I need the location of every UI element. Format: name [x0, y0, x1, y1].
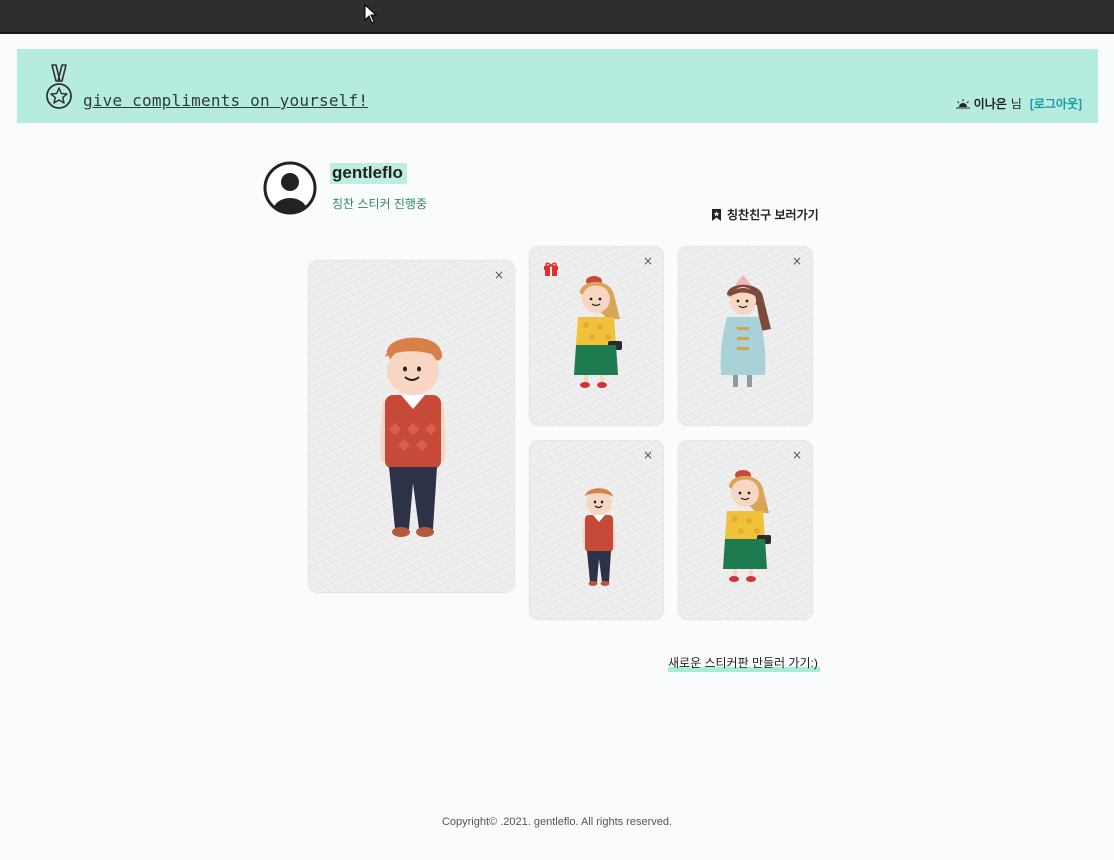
sticker-card[interactable]: × [529, 246, 664, 426]
logout-link[interactable]: [로그아웃] [1030, 95, 1082, 112]
medal-icon[interactable] [43, 63, 75, 115]
site-header: give compliments on yourself! 이나은 님 [로그아… [17, 49, 1098, 123]
bookmark-icon [712, 208, 721, 221]
close-icon[interactable]: × [643, 448, 653, 462]
friends-link-label: 칭찬친구 보러가기 [727, 208, 819, 222]
girl-character-icon [723, 470, 771, 582]
sticker-card[interactable]: × [678, 440, 813, 620]
close-icon[interactable]: × [643, 254, 653, 268]
gift-icon[interactable] [543, 261, 559, 277]
avatar-icon [263, 161, 317, 215]
sticker-card[interactable]: × [308, 260, 515, 593]
friends-link[interactable]: 칭찬친구 보러가기 [711, 206, 819, 223]
profile-username: gentleflo [330, 163, 407, 184]
close-icon[interactable]: × [792, 448, 802, 462]
close-icon[interactable]: × [494, 268, 504, 282]
girl-coat-character-icon [720, 275, 771, 387]
girl-character-icon [574, 276, 622, 388]
user-name: 이나은 [973, 97, 1007, 111]
close-icon[interactable]: × [792, 254, 802, 268]
profile-status: 칭찬 스티커 진행중 [332, 197, 427, 211]
sticker-card[interactable]: × [529, 440, 664, 620]
new-board-link[interactable]: 새로운 스티커판 만들러 가기:) [668, 654, 820, 672]
mouse-cursor-icon [364, 4, 378, 24]
sunrise-icon [955, 98, 970, 108]
user-box: 이나은 님 [로그아웃] [955, 95, 1082, 112]
boy-character-icon [380, 337, 446, 537]
user-suffix: 님 [1010, 97, 1022, 111]
browser-top-bar [0, 0, 1114, 34]
brand-link[interactable]: give compliments on yourself! [83, 91, 368, 110]
boy-character-icon [582, 488, 616, 586]
sticker-card[interactable]: × [678, 246, 813, 426]
footer-copyright: Copyright© .2021. gentleflo. All rights … [441, 816, 673, 828]
